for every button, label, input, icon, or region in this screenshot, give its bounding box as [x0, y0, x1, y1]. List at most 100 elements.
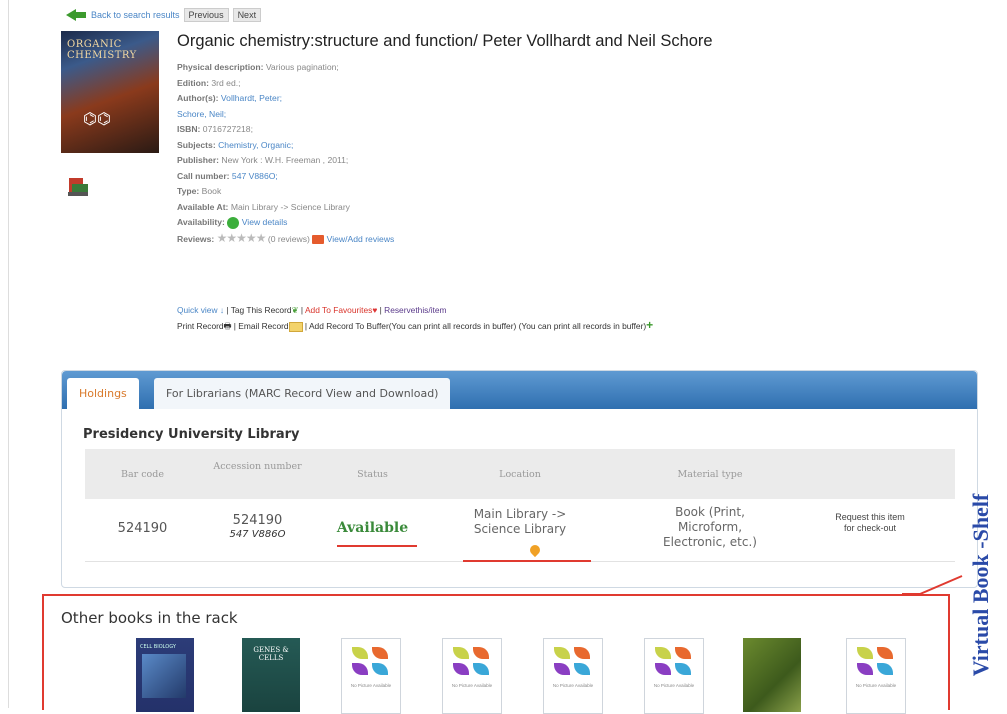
- previous-button[interactable]: Previous: [183, 8, 229, 22]
- column-header-accession: Accession number: [213, 461, 302, 472]
- separator: |: [233, 321, 236, 331]
- column-header-barcode: Bar code: [121, 469, 164, 480]
- request-checkout-link[interactable]: Request this item for check-out: [830, 512, 910, 534]
- next-button[interactable]: Next: [232, 8, 262, 22]
- location-cell: Main Library -> Science Library: [473, 507, 567, 536]
- record-actions: Quick view ↓ | Tag This Record❦ | Add To…: [177, 300, 653, 337]
- no-picture-text: No Picture Available: [653, 683, 695, 688]
- review-comment-icon: [312, 234, 325, 244]
- type-label: Type:: [177, 186, 200, 196]
- library-name: Presidency University Library: [83, 427, 300, 442]
- separator: |: [304, 321, 308, 331]
- no-picture-text: No Picture Available: [552, 683, 594, 688]
- molecule-graphic: ⌬⌬: [83, 111, 111, 128]
- type-value: Book: [201, 186, 222, 196]
- plus-icon: +: [646, 318, 654, 332]
- add-to-favourites-link[interactable]: Add To Favourites: [305, 305, 372, 315]
- no-picture-leaves-icon: [453, 647, 491, 675]
- authors-row-2: Schore, Neil;: [177, 107, 394, 123]
- tab-for-librarians[interactable]: For Librarians (MARC Record View and Dow…: [154, 378, 451, 409]
- accession-cell: 524190: [232, 513, 283, 528]
- no-picture-text: No Picture Available: [350, 683, 392, 688]
- publisher-label: Publisher:: [177, 155, 220, 165]
- no-picture-text: No Picture Available: [451, 683, 493, 688]
- accession-call-number: 547 V886O: [229, 529, 286, 540]
- tag-record-link[interactable]: Tag This Record: [231, 305, 292, 315]
- physical-description-value: Various pagination;: [265, 62, 339, 72]
- author-link-2[interactable]: Schore, Neil;: [177, 109, 226, 119]
- view-details-link[interactable]: View details: [242, 217, 288, 227]
- no-picture-leaves-icon: [857, 647, 895, 675]
- no-picture-text: No Picture Available: [855, 683, 897, 688]
- type-row: Type: Book: [177, 184, 394, 200]
- isbn-label: ISBN:: [177, 124, 201, 134]
- barcode-cell: 524190: [117, 521, 168, 536]
- add-to-buffer-link[interactable]: Add Record To Buffer(You can print all r…: [309, 321, 646, 331]
- call-number-link[interactable]: 547 V886O;: [232, 171, 278, 181]
- envelope-icon: [288, 321, 303, 332]
- available-at-row: Available At: Main Library -> Science Li…: [177, 200, 394, 216]
- virtual-book-shelf-label: Virtual Book -Shelf: [968, 493, 993, 677]
- subjects-link[interactable]: Chemistry, Organic;: [218, 140, 293, 150]
- isbn-value: 0716727218;: [202, 124, 253, 134]
- view-add-reviews-link[interactable]: View/Add reviews: [327, 234, 395, 244]
- subjects-row: Subjects: Chemistry, Organic;: [177, 138, 394, 154]
- no-picture-leaves-icon: [554, 647, 592, 675]
- subjects-label: Subjects:: [177, 139, 216, 150]
- authors-label: Author(s):: [177, 93, 219, 103]
- actions-row-2: Print Record🖶 | Email Record | Add Recor…: [177, 315, 653, 337]
- quick-view-link[interactable]: Quick view ↓: [177, 305, 224, 315]
- book-cover-image: ORGANIC CHEMISTRY ⌬⌬: [61, 31, 159, 153]
- publisher-value: New York : W.H. Freeman , 2011;: [221, 155, 349, 165]
- author-link-1[interactable]: Vollhardt, Peter;: [221, 93, 282, 103]
- rating-stars-icon: ★★★★★: [216, 230, 267, 245]
- rack-book-8[interactable]: No Picture Available: [846, 638, 906, 714]
- physical-description-row: Physical description: Various pagination…: [177, 60, 394, 76]
- cover-title-text: ORGANIC CHEMISTRY: [67, 39, 137, 61]
- rack-book-2-title: GENES & CELLS: [253, 646, 289, 662]
- column-header-location: Location: [499, 469, 541, 480]
- tab-holdings[interactable]: Holdings: [67, 378, 139, 409]
- printer-icon: 🖶: [223, 321, 232, 331]
- email-record-link[interactable]: Email Record: [238, 321, 288, 331]
- result-navigation: Back to search results Previous Next: [66, 8, 262, 22]
- print-record-link[interactable]: Print Record: [177, 321, 224, 331]
- holdings-table-header: Bar code Accession number Status Locatio…: [85, 449, 955, 499]
- reserve-item-link[interactable]: Reservethis/item: [384, 305, 446, 315]
- separator: |: [300, 305, 304, 315]
- rack-book-6[interactable]: No Picture Available: [644, 638, 704, 714]
- location-pin-icon: [527, 542, 543, 560]
- rack-book-1[interactable]: CELL BIOLOGY: [136, 638, 194, 712]
- column-header-material: Material type: [677, 469, 743, 480]
- page-left-border: [8, 0, 9, 708]
- holdings-tabbar: Holdings For Librarians (MARC Record Vie…: [62, 371, 977, 409]
- rack-book-7[interactable]: [743, 638, 801, 712]
- heart-icon: ♥: [372, 305, 378, 315]
- rack-book-1-title: CELL BIOLOGY: [140, 644, 176, 650]
- separator: |: [379, 305, 382, 315]
- location-underline: [463, 560, 591, 562]
- rack-title: Other books in the rack: [61, 609, 238, 627]
- rack-book-2[interactable]: GENES & CELLS: [242, 638, 300, 712]
- edition-label: Edition:: [177, 77, 209, 88]
- availability-icon: [227, 216, 240, 229]
- physical-description-label: Physical description:: [177, 62, 264, 72]
- available-at-value: Main Library -> Science Library: [230, 201, 350, 212]
- edition-row: Edition: 3rd ed.;: [177, 76, 394, 92]
- status-underline: [337, 545, 417, 547]
- rack-book-3[interactable]: No Picture Available: [341, 638, 401, 714]
- status-cell: Available: [336, 520, 409, 536]
- back-link-label: Back to search results: [91, 10, 180, 20]
- availability-label: Availability:: [177, 217, 225, 227]
- material-cell: Book (Print, Microform, Electronic, etc.…: [663, 505, 757, 549]
- back-to-results-link[interactable]: Back to search results: [66, 9, 180, 21]
- rack-book-5[interactable]: No Picture Available: [543, 638, 603, 714]
- back-arrow-icon: [66, 9, 86, 21]
- other-books-rack: Other books in the rack CELL BIOLOGY GEN…: [42, 594, 950, 714]
- holdings-row: 524190 524190 547 V886O Available Main L…: [85, 499, 955, 562]
- book-type-icon: [68, 178, 88, 196]
- call-number-label: Call number:: [177, 170, 230, 181]
- annotation-callout-line: [902, 575, 963, 595]
- rack-book-4[interactable]: No Picture Available: [442, 638, 502, 714]
- separator: |: [226, 305, 229, 315]
